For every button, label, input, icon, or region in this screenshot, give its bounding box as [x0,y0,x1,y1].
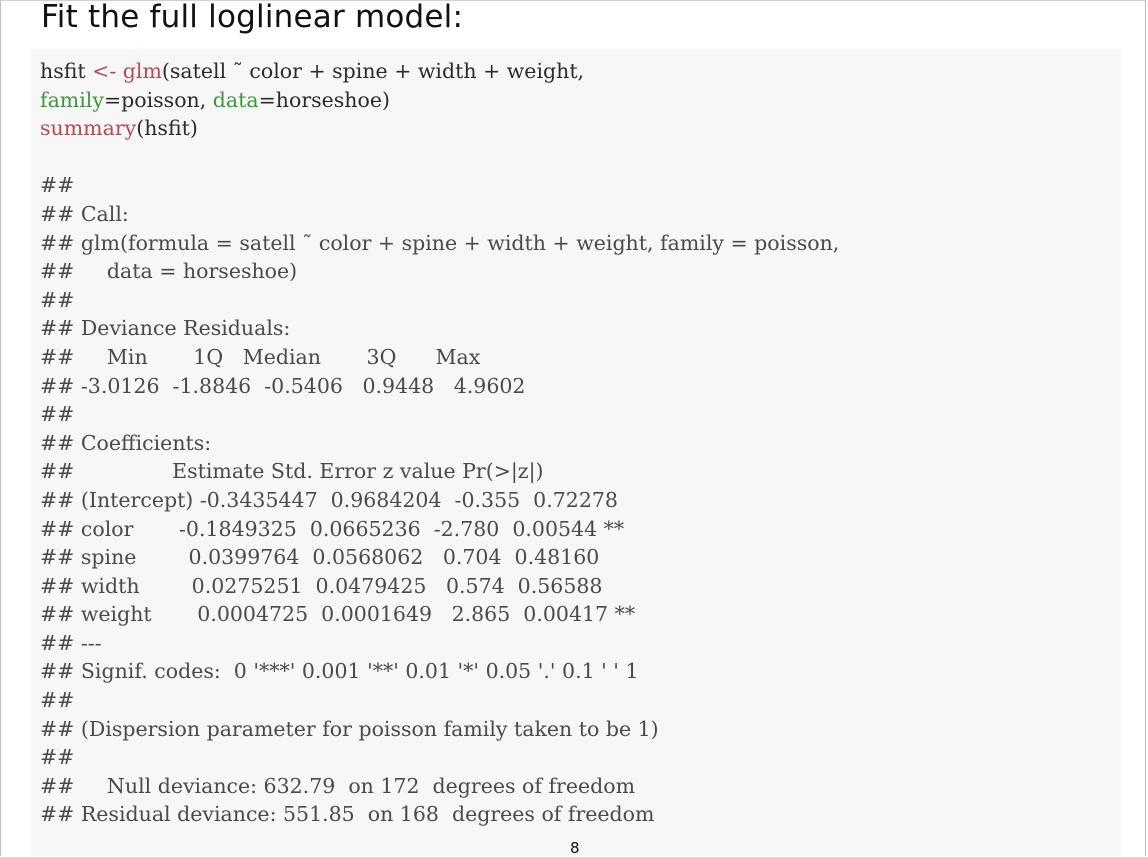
code-block: hsfit <- glm(satell ˜ color + spine + wi… [31,49,1121,856]
code-token: =horseshoe) [258,87,390,112]
output-line: ## spine 0.0399764 0.0568062 0.704 0.481… [40,545,600,570]
output-line: ## Call: [40,201,129,226]
code-token: family [40,87,104,112]
output-line: ## color -0.1849325 0.0665236 -2.780 0.0… [40,516,625,541]
output-line: ## -3.0126 -1.8846 -0.5406 0.9448 4.9602 [40,373,526,398]
output-line: ## Coefficients: [40,430,212,455]
code-token: =poisson, [103,87,213,112]
slide: Fit the full loglinear model: hsfit <- g… [0,0,1146,856]
code-token: hsfit [40,59,93,83]
output-line: ## Estimate Std. Error z value Pr(>|z|) [40,459,544,484]
output-line: ## width 0.0275251 0.0479425 0.574 0.565… [40,573,603,598]
output-line: ## Deviance Residuals: [40,316,291,341]
output-line: ## Signif. codes: 0 '***' 0.001 '**' 0.0… [40,659,639,684]
output-line: ## Null deviance: 632.79 on 172 degrees … [40,773,636,798]
code-token: <- [92,59,123,83]
output-line: ## data = horseshoe) [40,259,298,284]
output-line: ## (Dispersion parameter for poisson fam… [40,716,659,741]
output-line: ## --- [40,630,102,655]
output-line: ## [40,688,75,713]
page-number: 8 [570,839,580,856]
output-line: ## Residual deviance: 551.85 on 168 degr… [40,802,655,827]
output-line: ## (Intercept) -0.3435447 0.9684204 -0.3… [40,487,618,512]
output-line: ## weight 0.0004725 0.0001649 2.865 0.00… [40,602,636,627]
slide-title: Fit the full loglinear model: [41,0,464,35]
output-line: ## [40,745,75,770]
code-token: (satell ˜ color + spine + width + weight… [161,59,585,83]
code-token: summary [40,116,137,141]
code-line-2: family=poisson, data=horseshoe) [40,86,1121,115]
code-line-3: summary(hsfit) [40,114,1121,143]
output-line: ## [40,173,75,198]
code-token: (hsfit) [136,116,198,141]
code-line-1: hsfit <- glm(satell ˜ color + spine + wi… [40,57,1121,86]
code-token: glm [122,59,162,83]
output-line: ## [40,287,75,312]
output-line: ## [40,402,75,427]
output-line: ## glm(formula = satell ˜ color + spine … [40,230,840,255]
code-token: data [212,87,259,112]
output-line: ## Min 1Q Median 3Q Max [40,344,481,369]
